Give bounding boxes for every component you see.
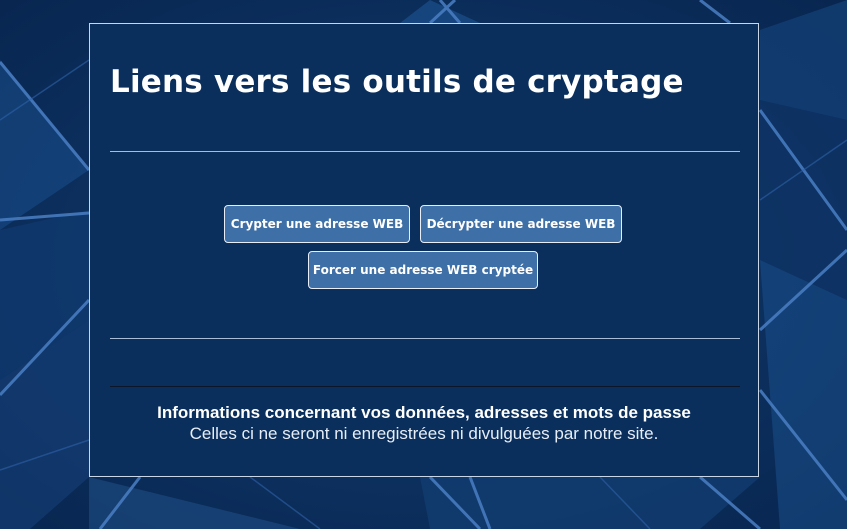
- force-encrypted-url-button[interactable]: Forcer une adresse WEB cryptée: [308, 251, 538, 289]
- decrypt-url-button[interactable]: Décrypter une adresse WEB: [420, 205, 622, 243]
- top-divider: [110, 151, 740, 152]
- privacy-info-text: Celles ci ne seront ni enregistrées ni d…: [189, 424, 659, 443]
- footer-divider: [110, 386, 740, 387]
- main-panel: Liens vers les outils de cryptage Crypte…: [89, 23, 759, 477]
- encrypt-url-button[interactable]: Crypter une adresse WEB: [224, 205, 410, 243]
- privacy-info-title: Informations concernant vos données, adr…: [157, 403, 691, 422]
- middle-divider: [110, 338, 740, 339]
- page-title: Liens vers les outils de cryptage: [110, 64, 684, 100]
